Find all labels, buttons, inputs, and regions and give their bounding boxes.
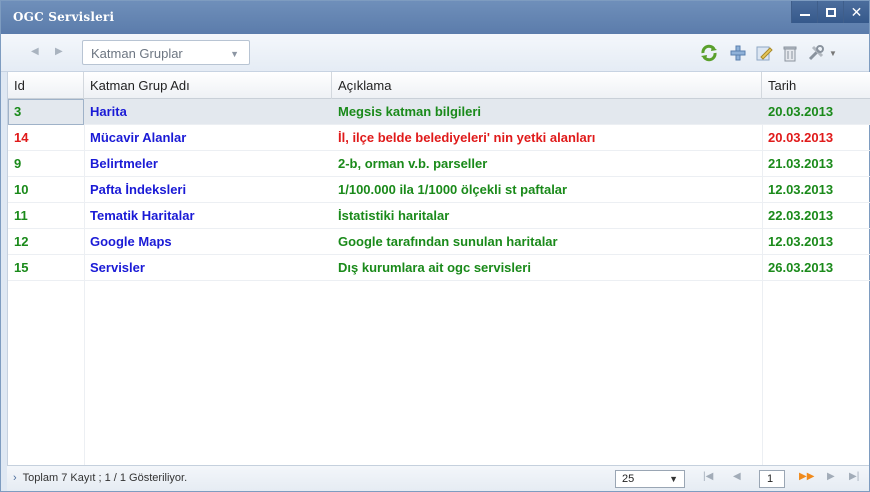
page-number-value: 1 (767, 473, 774, 485)
ogc-services-window: OGC Servisleri ✕ ◀ ▶ Katman Gruplar ▼ ▼ … (0, 0, 870, 492)
delete-icon (783, 46, 797, 62)
cell-description: 1/100.000 ila 1/1000 ölçekli st paftalar (338, 182, 568, 197)
cell-description: 2-b, orman v.b. parseller (338, 156, 488, 171)
column-header-date[interactable]: Tarih (762, 72, 870, 99)
cell-id: 3 (8, 99, 84, 125)
tools-dropdown-icon: ▼ (829, 48, 837, 58)
layer-group-combo-label: Katman Gruplar (91, 46, 183, 61)
chevron-down-icon: ▼ (230, 49, 239, 59)
cell-date: 20.03.2013 (768, 130, 834, 145)
column-header-description[interactable]: Açıklama (332, 72, 762, 99)
window-title: OGC Servisleri (13, 10, 115, 24)
add-icon (730, 45, 746, 61)
page-size-select[interactable]: 25 ▼ (615, 470, 685, 488)
window-titlebar[interactable]: OGC Servisleri ✕ (1, 1, 869, 34)
pager-bar: › Toplam 7 Kayıt ; 1 / 1 Gösteriliyor. 25… (7, 465, 869, 491)
cell-id: 9 (14, 156, 22, 171)
cell-name: Pafta İndeksleri (90, 182, 187, 197)
add-button[interactable] (727, 42, 749, 64)
cell-date: 12.03.2013 (768, 234, 834, 249)
cell-name: Tematik Haritalar (90, 208, 195, 223)
column-header-id[interactable]: Id (8, 72, 84, 99)
minimize-button[interactable] (791, 1, 817, 23)
cell-id: 15 (14, 260, 29, 275)
cell-name: Belirtmeler (90, 156, 158, 171)
delete-button[interactable] (779, 42, 801, 64)
maximize-icon (825, 7, 836, 17)
previous-page-icon[interactable]: ◀ (733, 471, 741, 482)
refresh-icon (701, 44, 717, 62)
last-page-icon[interactable]: ▶| (849, 471, 859, 482)
tools-button[interactable]: ▼ (807, 42, 837, 64)
table-row[interactable]: 11 Tematik Haritalar İstatistiki haritalar… (8, 203, 870, 229)
cell-description: İstatistiki haritalar (338, 208, 450, 223)
chevron-right-icon: › (13, 472, 17, 484)
cell-id: 10 (14, 182, 29, 197)
page-size-value: 25 (622, 473, 635, 485)
refresh-button[interactable] (698, 42, 720, 64)
cell-name: Servisler (90, 260, 145, 275)
edit-icon (756, 46, 773, 61)
cell-name: Mücavir Alanlar (90, 130, 187, 145)
table-row[interactable]: 3 Harita Megsis katman bilgileri 20.03.2013 (8, 99, 870, 125)
cell-date: 22.03.2013 (768, 208, 834, 223)
chevron-down-icon: ▼ (669, 474, 678, 484)
window-controls: ✕ (791, 1, 869, 23)
cell-id: 11 (14, 208, 28, 223)
tools-icon (808, 45, 825, 61)
forward-arrow-icon[interactable]: ▶ (55, 46, 63, 57)
layer-group-combo[interactable]: Katman Gruplar ▼ (82, 40, 250, 65)
toolbar: ◀ ▶ Katman Gruplar ▼ ▼ (1, 34, 869, 72)
cell-id: 14 (14, 130, 29, 145)
record-count-status: › Toplam 7 Kayıt ; 1 / 1 Gösteriliyor. (13, 472, 187, 484)
record-count-text: Toplam 7 Kayıt ; 1 / 1 Gösteriliyor. (22, 472, 188, 484)
table-row[interactable]: 14 Mücavir Alanlar İl, ilçe belde belediye… (8, 125, 870, 151)
cell-date: 12.03.2013 (768, 182, 834, 197)
table-row[interactable]: 10 Pafta İndeksleri 1/100.000 ila 1/1000 ö… (8, 177, 870, 203)
page-number-input[interactable]: 1 (759, 470, 785, 488)
minimize-icon (799, 14, 810, 16)
table-row[interactable]: 9 Belirtmeler 2-b, orman v.b. parseller 21.… (8, 151, 870, 177)
cell-description: İl, ilçe belde belediyeleri' nin yetki a… (338, 130, 596, 145)
cell-name: Harita (90, 104, 127, 119)
table-row[interactable]: 15 Servisler Dış kurumlara ait ogc servisl… (8, 255, 870, 281)
maximize-button[interactable] (817, 1, 843, 23)
column-header-name[interactable]: Katman Grup Adı (84, 72, 332, 99)
cell-description: Dış kurumlara ait ogc servisleri (338, 260, 531, 275)
edit-button[interactable] (753, 42, 775, 64)
close-icon: ✕ (850, 3, 863, 20)
back-arrow-icon[interactable]: ◀ (31, 46, 39, 57)
next-page-fast-icon[interactable]: ▶▶ (799, 471, 814, 482)
layer-groups-grid: Id Katman Grup Adı Açıklama Tarih 3 Harit… (7, 72, 870, 465)
cell-description: Google tarafından sunulan haritalar (338, 234, 558, 249)
cell-date: 21.03.2013 (768, 156, 834, 171)
first-page-icon[interactable]: |◀ (703, 471, 713, 482)
cell-date: 20.03.2013 (768, 104, 834, 119)
grid-header: Id Katman Grup Adı Açıklama Tarih (8, 72, 870, 99)
cell-name: Google Maps (90, 234, 172, 249)
cell-date: 26.03.2013 (768, 260, 834, 275)
table-row[interactable]: 12 Google Maps Google tarafından sunulan h… (8, 229, 870, 255)
cell-id: 12 (14, 234, 29, 249)
close-button[interactable]: ✕ (843, 1, 869, 23)
cell-description: Megsis katman bilgileri (338, 104, 482, 119)
next-page-icon[interactable]: ▶ (827, 471, 835, 482)
